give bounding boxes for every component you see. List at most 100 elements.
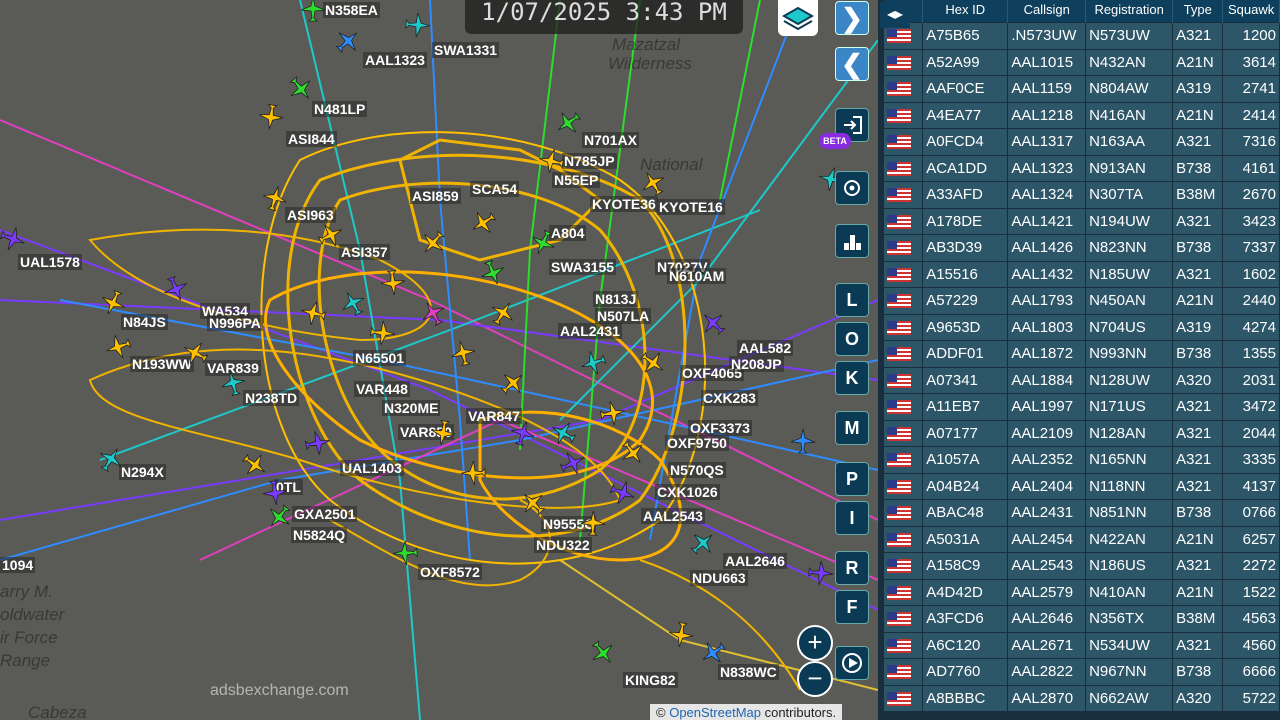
column-header-hex[interactable]: Hex ID (922, 0, 1009, 23)
column-header-callsign[interactable]: Callsign (1007, 0, 1087, 23)
airplane-icon[interactable] (790, 428, 816, 454)
aircraft-label[interactable]: N294X (119, 464, 166, 480)
aircraft-label[interactable]: N208JP (729, 356, 784, 372)
layers-button[interactable] (778, 0, 818, 36)
toggle-L-button[interactable]: L (835, 283, 869, 317)
replay-button[interactable] (835, 646, 869, 680)
aircraft-label[interactable]: N358EA (323, 2, 380, 18)
table-row[interactable]: A0FCD4 AAL1317 N163AA A321 7316 (884, 128, 1280, 155)
zoom-in-button[interactable]: + (797, 625, 833, 661)
table-row[interactable]: A15516 AAL1432 N185UW A321 1602 (884, 260, 1280, 288)
airplane-icon[interactable] (598, 398, 628, 428)
airplane-icon[interactable] (580, 510, 607, 537)
aircraft-label[interactable]: ASI859 (410, 188, 461, 204)
aircraft-label[interactable]: N785JP (562, 153, 617, 169)
airplane-icon[interactable] (303, 428, 333, 458)
aircraft-label[interactable]: N570QS (668, 462, 726, 478)
column-header-type[interactable]: Type (1172, 0, 1224, 23)
toggle-I-button[interactable]: I (835, 501, 869, 535)
table-row[interactable]: A57229 AAL1793 N450AN A21N 2440 (884, 287, 1280, 314)
aircraft-label[interactable]: N320ME (382, 400, 441, 416)
aircraft-label[interactable]: OXF3373 (688, 420, 752, 436)
airplane-icon[interactable] (256, 102, 285, 131)
aircraft-label[interactable]: OXF8572 (418, 564, 482, 580)
table-row[interactable]: A6C120 AAL2671 N534UW A321 4560 (884, 631, 1280, 659)
aircraft-label[interactable]: UAL1578 (18, 254, 82, 270)
table-row[interactable]: A07341 AAL1884 N128UW A320 2031 (884, 366, 1280, 394)
airplane-icon[interactable] (807, 559, 835, 587)
airplane-icon[interactable] (379, 269, 408, 298)
table-row[interactable]: ABAC48 AAL2431 N851NN B738 0766 (884, 499, 1280, 526)
airplane-icon[interactable] (536, 146, 567, 177)
aircraft-label[interactable]: SCA54 (470, 181, 520, 197)
airplane-icon[interactable] (391, 539, 418, 566)
aircraft-label[interactable]: CXK1026 (655, 484, 720, 500)
table-row[interactable]: ACA1DD AAL1323 N913AN B738 4161 (884, 154, 1280, 182)
table-row[interactable]: AD7760 AAL2822 N967NN B738 6666 (884, 658, 1280, 685)
aircraft-label[interactable]: OXF9750 (665, 435, 729, 451)
aircraft-label[interactable]: N507LA (595, 308, 652, 324)
toggle-O-button[interactable]: O (835, 322, 869, 356)
table-row[interactable]: A1057A AAL2352 N165NN A321 3335 (884, 446, 1280, 473)
airplane-icon[interactable] (300, 0, 326, 22)
airplane-icon[interactable] (460, 460, 487, 487)
table-row[interactable]: A75B65 .N573UW N573UW A321 1200 (884, 22, 1280, 49)
aircraft-label[interactable]: N481LP (312, 101, 368, 117)
aircraft-label[interactable]: VAR448 (354, 381, 410, 397)
settings-button[interactable] (835, 171, 869, 205)
zoom-out-button[interactable]: − (797, 661, 833, 697)
aircraft-label[interactable]: NDU322 (534, 537, 592, 553)
osm-link[interactable]: OpenStreetMap (669, 705, 761, 720)
toggle-columns-button[interactable]: ◂▸ (880, 2, 910, 28)
table-row[interactable]: A33AFD AAL1324 N307TA B38M 2670 (884, 181, 1280, 208)
column-header-registration[interactable]: Registration (1085, 0, 1174, 23)
table-row[interactable]: A4D42D AAL2579 N410AN A21N 1522 (884, 578, 1280, 606)
aircraft-label[interactable]: KING82 (623, 672, 678, 688)
aircraft-label[interactable]: N610AM (667, 268, 727, 284)
aircraft-label[interactable]: SWA3155 (549, 259, 617, 275)
aircraft-label[interactable]: ASI844 (286, 131, 337, 147)
aircraft-label[interactable]: AAL2646 (723, 553, 787, 569)
aircraft-label[interactable]: AAL2431 (558, 323, 622, 339)
aircraft-label[interactable]: AAL1323 (363, 52, 427, 68)
aircraft-label[interactable]: AAL2543 (641, 508, 705, 524)
aircraft-label[interactable]: N5824Q (291, 527, 348, 543)
aircraft-label[interactable]: N238TD (243, 390, 300, 406)
aircraft-label[interactable]: N701AX (582, 132, 639, 148)
aircraft-label[interactable]: 1094 (0, 557, 36, 573)
table-row[interactable]: A5031A AAL2454 N422AN A21N 6257 (884, 525, 1280, 553)
toggle-R-button[interactable]: R (835, 551, 869, 585)
table-row[interactable]: A52A99 AAL1015 N432AN A21N 3614 (884, 48, 1280, 76)
column-header-squawk[interactable]: Squawk (1222, 0, 1280, 23)
aircraft-label[interactable]: N84JS (121, 314, 168, 330)
aircraft-label[interactable]: ASI357 (339, 244, 390, 260)
table-row[interactable]: A04B24 AAL2404 N118NN A321 4137 (884, 472, 1280, 500)
aircraft-label[interactable]: NDU663 (690, 570, 748, 586)
aircraft-label[interactable]: SWA1331 (432, 42, 500, 58)
back-arrow-button[interactable]: ❮ (835, 47, 869, 81)
table-row[interactable]: A8BBBC AAL2870 N662AW A320 5722 (884, 684, 1280, 711)
table-row[interactable]: ADDF01 AAL1872 N993NN B738 1355 (884, 340, 1280, 367)
toggle-K-button[interactable]: K (835, 361, 869, 395)
airplane-icon[interactable] (666, 620, 696, 650)
table-row[interactable]: A178DE AAL1421 N194UW A321 3423 (884, 207, 1280, 235)
toggle-P-button[interactable]: P (835, 462, 869, 496)
aircraft-label[interactable]: KYOTE16 (657, 199, 725, 215)
aircraft-label[interactable]: N996PA (207, 315, 263, 331)
table-row[interactable]: AB3D39 AAL1426 N823NN B738 7337 (884, 234, 1280, 261)
table-row[interactable]: A07177 AAL2109 N128AN A321 2044 (884, 419, 1280, 447)
aircraft-label[interactable]: CXK283 (701, 390, 758, 406)
table-row[interactable]: A158C9 AAL2543 N186US A321 2272 (884, 552, 1280, 579)
aircraft-label[interactable]: GXA2501 (292, 506, 358, 522)
table-row[interactable]: A9653D AAL1803 N704US A319 4274 (884, 313, 1280, 341)
aircraft-label[interactable]: UAL1403 (340, 460, 404, 476)
aircraft-label[interactable]: N813J (593, 291, 639, 307)
aircraft-label[interactable]: AAL582 (737, 340, 794, 356)
aircraft-label[interactable]: N838WC (718, 664, 779, 680)
aircraft-table-panel[interactable]: Hex ID Callsign Registration Type Squawk… (878, 0, 1280, 720)
table-row[interactable]: A3FCD6 AAL2646 N356TX B38M 4563 (884, 605, 1280, 632)
aircraft-label[interactable]: N65501 (353, 350, 407, 366)
airplane-icon[interactable] (428, 418, 458, 448)
airplane-icon[interactable] (404, 11, 432, 39)
map-view[interactable]: Mazatzal Wilderness National arry M. old… (0, 0, 878, 720)
